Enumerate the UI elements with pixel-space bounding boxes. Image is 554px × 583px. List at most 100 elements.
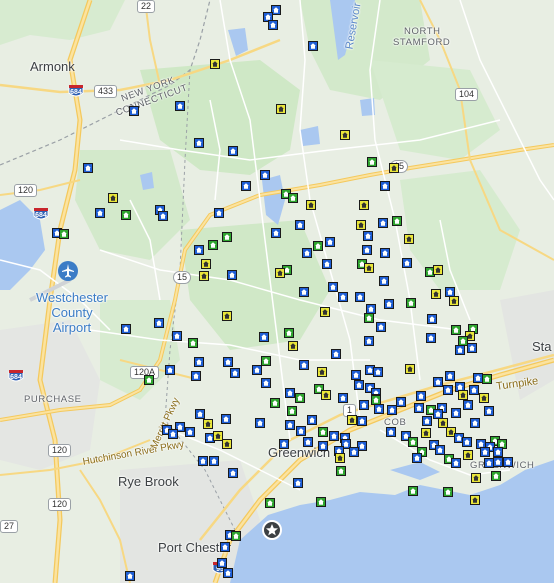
map-marker-blue[interactable]: [374, 404, 384, 414]
map-marker-green[interactable]: [371, 395, 381, 405]
map-marker-yellow[interactable]: [404, 234, 414, 244]
map-marker-blue[interactable]: [412, 453, 422, 463]
map-marker-blue[interactable]: [354, 380, 364, 390]
map-marker-yellow[interactable]: [288, 341, 298, 351]
map-marker-green[interactable]: [406, 298, 416, 308]
map-marker-blue[interactable]: [325, 237, 335, 247]
map-marker-blue[interactable]: [328, 282, 338, 292]
map-marker-blue[interactable]: [121, 324, 131, 334]
map-canvas[interactable]: Armonk NEW YORK CONNECTICUT NORTH STAMFO…: [0, 0, 554, 583]
map-marker-blue[interactable]: [158, 211, 168, 221]
map-marker-blue[interactable]: [470, 418, 480, 428]
map-marker-blue[interactable]: [380, 248, 390, 258]
map-marker-blue[interactable]: [355, 292, 365, 302]
map-marker-blue[interactable]: [349, 447, 359, 457]
map-marker-blue[interactable]: [357, 416, 367, 426]
map-marker-blue[interactable]: [402, 258, 412, 268]
map-marker-blue[interactable]: [427, 314, 437, 324]
map-marker-blue[interactable]: [493, 457, 503, 467]
map-marker-blue[interactable]: [318, 441, 328, 451]
map-marker-blue[interactable]: [279, 439, 289, 449]
map-marker-blue[interactable]: [195, 409, 205, 419]
map-marker-blue[interactable]: [351, 370, 361, 380]
map-marker-blue[interactable]: [469, 385, 479, 395]
map-marker-blue[interactable]: [322, 259, 332, 269]
map-marker-blue[interactable]: [125, 571, 135, 581]
map-marker-green[interactable]: [121, 210, 131, 220]
map-marker-blue[interactable]: [455, 345, 465, 355]
map-marker-blue[interactable]: [379, 276, 389, 286]
map-marker-blue[interactable]: [260, 170, 270, 180]
map-marker-yellow[interactable]: [203, 419, 213, 429]
map-marker-green[interactable]: [318, 427, 328, 437]
map-marker-yellow[interactable]: [108, 193, 118, 203]
map-marker-green[interactable]: [144, 375, 154, 385]
map-marker-green[interactable]: [336, 466, 346, 476]
map-marker-blue[interactable]: [359, 400, 369, 410]
map-marker-green[interactable]: [288, 193, 298, 203]
map-marker-blue[interactable]: [154, 318, 164, 328]
map-marker-blue[interactable]: [83, 163, 93, 173]
map-marker-green[interactable]: [222, 232, 232, 242]
map-marker-blue[interactable]: [463, 400, 473, 410]
map-marker-yellow[interactable]: [359, 200, 369, 210]
map-marker-blue[interactable]: [378, 218, 388, 228]
map-marker-green[interactable]: [443, 487, 453, 497]
map-marker-green[interactable]: [188, 338, 198, 348]
map-marker-green[interactable]: [364, 313, 374, 323]
map-marker-blue[interactable]: [209, 456, 219, 466]
map-marker-blue[interactable]: [376, 322, 386, 332]
map-marker-green[interactable]: [367, 157, 377, 167]
map-marker-blue[interactable]: [433, 377, 443, 387]
map-marker-blue[interactable]: [467, 343, 477, 353]
map-marker-blue[interactable]: [268, 20, 278, 30]
map-marker-green[interactable]: [316, 497, 326, 507]
map-marker-yellow[interactable]: [275, 268, 285, 278]
map-marker-blue[interactable]: [228, 468, 238, 478]
map-marker-blue[interactable]: [364, 336, 374, 346]
map-marker-blue[interactable]: [228, 146, 238, 156]
map-marker-blue[interactable]: [331, 349, 341, 359]
map-marker-yellow[interactable]: [222, 311, 232, 321]
map-marker-blue[interactable]: [503, 457, 513, 467]
map-marker-green[interactable]: [287, 406, 297, 416]
map-marker-blue[interactable]: [329, 431, 339, 441]
map-marker-blue[interactable]: [194, 357, 204, 367]
map-marker-blue[interactable]: [185, 427, 195, 437]
map-marker-blue[interactable]: [302, 248, 312, 258]
map-marker-blue[interactable]: [373, 367, 383, 377]
map-marker-blue[interactable]: [414, 403, 424, 413]
map-marker-yellow[interactable]: [433, 265, 443, 275]
map-marker-blue[interactable]: [296, 426, 306, 436]
map-marker-green[interactable]: [295, 393, 305, 403]
map-marker-green[interactable]: [59, 229, 69, 239]
map-marker-yellow[interactable]: [405, 364, 415, 374]
map-marker-blue[interactable]: [363, 231, 373, 241]
map-marker-blue[interactable]: [445, 371, 455, 381]
map-marker-yellow[interactable]: [431, 289, 441, 299]
map-marker-blue[interactable]: [451, 458, 461, 468]
map-marker-yellow[interactable]: [471, 473, 481, 483]
map-marker-blue[interactable]: [223, 568, 233, 578]
map-marker-blue[interactable]: [227, 270, 237, 280]
star-poi-icon[interactable]: [262, 520, 282, 540]
map-marker-blue[interactable]: [386, 427, 396, 437]
map-marker-yellow[interactable]: [340, 130, 350, 140]
map-marker-yellow[interactable]: [364, 263, 374, 273]
map-marker-green[interactable]: [265, 498, 275, 508]
map-marker-blue[interactable]: [426, 333, 436, 343]
map-marker-green[interactable]: [408, 486, 418, 496]
map-marker-yellow[interactable]: [347, 415, 357, 425]
map-marker-green[interactable]: [261, 356, 271, 366]
map-marker-blue[interactable]: [380, 181, 390, 191]
map-marker-blue[interactable]: [230, 368, 240, 378]
map-marker-blue[interactable]: [299, 360, 309, 370]
map-marker-blue[interactable]: [217, 558, 227, 568]
map-marker-blue[interactable]: [338, 292, 348, 302]
map-marker-yellow[interactable]: [421, 428, 431, 438]
map-marker-blue[interactable]: [338, 393, 348, 403]
map-marker-blue[interactable]: [172, 331, 182, 341]
map-marker-blue[interactable]: [175, 101, 185, 111]
map-marker-blue[interactable]: [443, 385, 453, 395]
map-marker-green[interactable]: [451, 325, 461, 335]
